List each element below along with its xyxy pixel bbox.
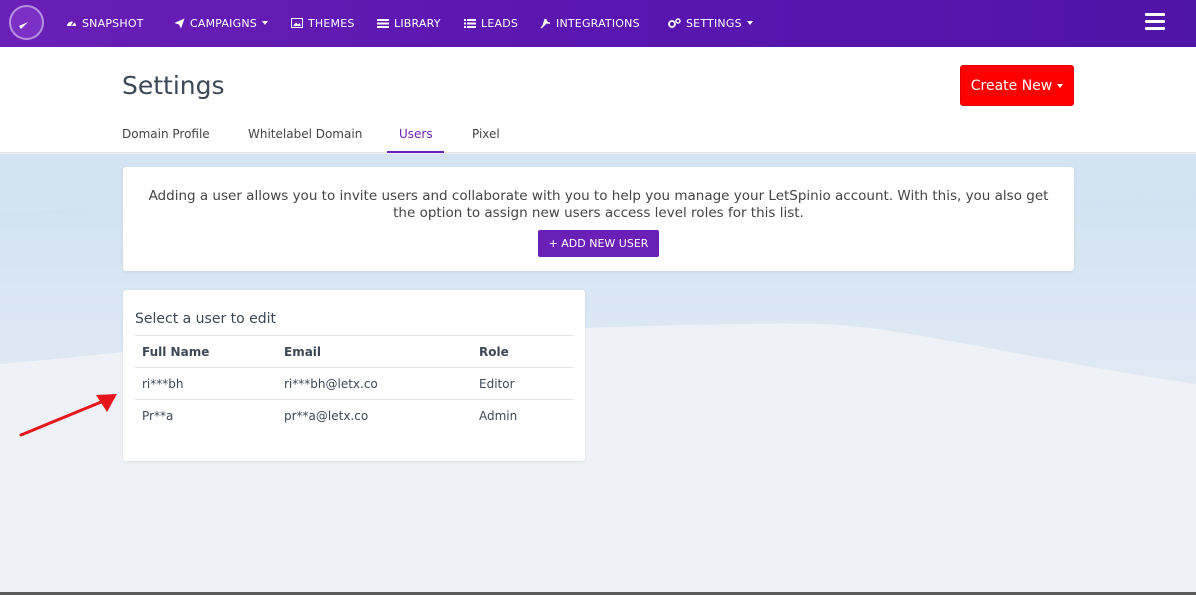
users-list-card: Select a user to edit Full Name Email Ro… — [123, 290, 585, 461]
logo[interactable] — [9, 5, 44, 40]
info-description: Adding a user allows you to invite users… — [148, 188, 1049, 221]
nav-leads-label: LEADS — [481, 16, 519, 30]
nav-themes-label: THEMES — [308, 16, 355, 30]
nav-snapshot-label: SNAPSHOT — [82, 16, 144, 30]
dashboard-icon — [67, 21, 76, 26]
nav-themes[interactable]: THEMES — [291, 15, 355, 31]
chevron-down-icon — [1057, 83, 1064, 88]
add-new-user-button[interactable]: + ADD NEW USER — [538, 230, 659, 257]
user-email[interactable]: ri***bh@letx.co — [284, 377, 378, 391]
top-navbar: SNAPSHOT CAMPAIGNS THEMES LIBRARY LEADS — [0, 0, 1196, 47]
logo-icon — [19, 22, 28, 29]
cogs-icon — [668, 18, 681, 28]
plug-icon — [540, 18, 550, 29]
nav-library[interactable]: LIBRARY — [377, 15, 441, 31]
list-icon — [464, 19, 476, 28]
user-name[interactable]: Pr**a — [142, 409, 173, 423]
create-new-button[interactable]: Create New — [960, 65, 1074, 106]
nav-campaigns-label: CAMPAIGNS — [190, 16, 257, 30]
tab-domain-profile[interactable]: Domain Profile — [122, 127, 210, 141]
user-name[interactable]: ri***bh — [142, 377, 184, 391]
library-icon — [377, 19, 389, 28]
menu-hamburger-icon[interactable] — [1145, 13, 1165, 31]
column-header-full-name: Full Name — [142, 345, 210, 359]
image-icon — [291, 18, 303, 28]
settings-header: Settings Create New Domain Profile White… — [0, 47, 1196, 153]
nav-campaigns[interactable]: CAMPAIGNS — [174, 15, 268, 31]
users-card-title: Select a user to edit — [135, 311, 277, 327]
nav-integrations[interactable]: INTEGRATIONS — [540, 15, 640, 31]
annotation-arrow-icon — [19, 394, 117, 437]
column-header-email: Email — [284, 345, 322, 359]
nav-settings[interactable]: SETTINGS — [668, 15, 753, 31]
column-header-role: Role — [479, 345, 509, 359]
tab-pixel[interactable]: Pixel — [472, 127, 500, 141]
divider — [135, 367, 573, 368]
divider — [135, 399, 573, 400]
chevron-down-icon — [746, 21, 753, 25]
create-new-label: Create New — [970, 77, 1053, 94]
nav-library-label: LIBRARY — [394, 16, 441, 30]
tab-whitelabel-domain[interactable]: Whitelabel Domain — [248, 127, 362, 141]
user-email[interactable]: pr**a@letx.co — [284, 409, 368, 423]
page-title: Settings — [122, 71, 225, 100]
divider — [135, 335, 573, 336]
nav-leads[interactable]: LEADS — [464, 15, 518, 31]
paper-plane-icon — [174, 18, 185, 28]
tab-users[interactable]: Users — [399, 127, 433, 141]
chevron-down-icon — [261, 21, 268, 25]
nav-settings-label: SETTINGS — [686, 16, 742, 30]
nav-snapshot[interactable]: SNAPSHOT — [66, 15, 144, 31]
user-role[interactable]: Admin — [479, 409, 517, 423]
user-role[interactable]: Editor — [479, 377, 515, 391]
add-user-info-card: Adding a user allows you to invite users… — [123, 167, 1074, 271]
nav-integrations-label: INTEGRATIONS — [556, 16, 640, 30]
active-tab-indicator — [387, 151, 444, 153]
